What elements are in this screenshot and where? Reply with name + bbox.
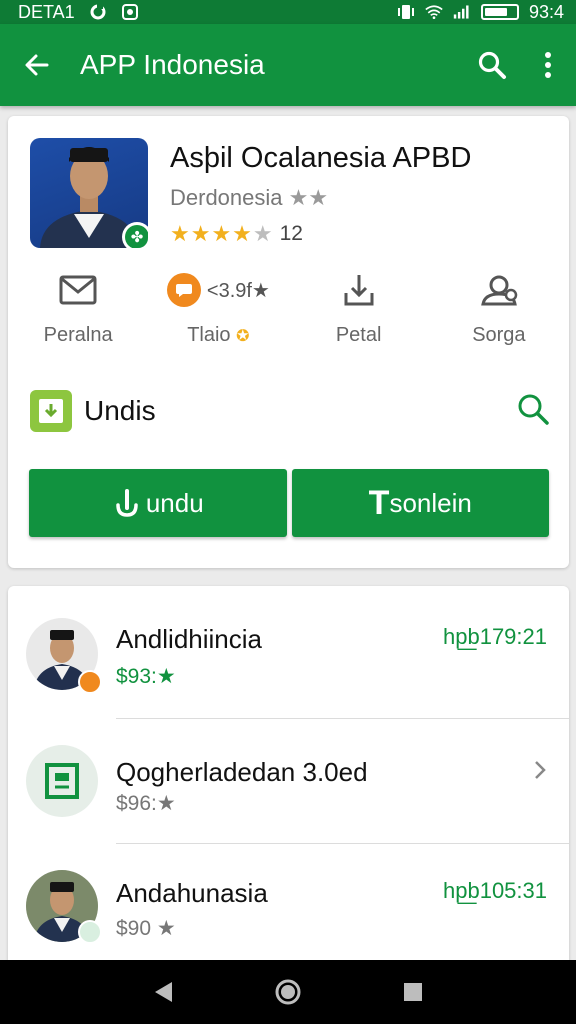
status-time: 93:4	[528, 1, 564, 22]
quick-action-mail[interactable]: Peralna	[8, 268, 148, 347]
list-item-title: Andahunasia	[116, 878, 268, 908]
list-item[interactable]: Andahunasia $90 ★ hp͟b105:31	[8, 844, 569, 968]
vibrate-icon	[397, 3, 415, 21]
more-vert-icon	[545, 52, 551, 78]
search-button[interactable]	[464, 24, 520, 106]
nav-back-button[interactable]	[133, 962, 193, 1022]
secondary-button-label: sonlein	[389, 487, 472, 518]
search-icon	[518, 394, 549, 425]
battery-icon	[480, 4, 519, 20]
arrow-back-icon	[25, 54, 49, 76]
section-search-button[interactable]	[516, 392, 550, 431]
status-badge	[78, 920, 102, 944]
quick-action-settings[interactable]: Sorga	[429, 268, 569, 347]
nav-home-button[interactable]	[258, 962, 318, 1022]
quick-action-chat[interactable]: <3.9f★ Tlaio ✪	[148, 268, 288, 347]
overflow-menu-button[interactable]	[520, 24, 576, 106]
secondary-button[interactable]: Tsonlein	[291, 469, 549, 537]
document-icon	[45, 763, 79, 799]
list-item-time: hp͟b105:31	[443, 878, 547, 903]
status-badge	[78, 670, 102, 694]
mail-icon	[59, 275, 97, 305]
settings-icon	[481, 275, 518, 306]
action-buttons: undu Tsonlein	[29, 469, 549, 537]
triangle-back-icon	[154, 982, 172, 1002]
avatar	[26, 745, 98, 817]
page-title: APP Indonesia	[80, 49, 265, 80]
list-item[interactable]: Qogherladedan 3.0ed $96:★	[8, 719, 569, 844]
quick-actions-row: Peralna <3.9f★ Tlaio ✪ Petal Sorga	[8, 268, 569, 347]
leaf-icon: ✤	[125, 225, 148, 248]
carrier-label: DETA1	[18, 1, 75, 22]
list-item-title: Andlidhiincia	[116, 624, 262, 654]
back-button[interactable]	[0, 24, 74, 106]
search-icon	[478, 51, 506, 79]
related-list-card: Andlidhiincia $93:★ hp͟b179:21 Qogherlad…	[8, 586, 569, 966]
app-icon: ✤	[30, 138, 148, 248]
list-item-time: hp͟b179:21	[443, 624, 547, 649]
sync-icon	[89, 3, 107, 21]
app-name: Asþil Ocalanesia APBD	[170, 142, 472, 174]
app-detail-card: ✤ Asþil Ocalanesia APBD Derdonesia ★★ ★★…	[8, 116, 569, 568]
quick-action-label: Sorga	[472, 324, 526, 346]
list-item-subtitle: $96:★	[116, 792, 176, 815]
list-item-subtitle: $93:★	[116, 665, 176, 688]
secondary-button-letter: T	[368, 483, 390, 522]
system-nav-bar	[0, 960, 576, 1024]
wifi-icon	[425, 3, 443, 21]
quick-action-label: Peralna	[43, 324, 113, 346]
app-bar: APP Indonesia	[0, 24, 576, 106]
quick-action-value: <3.9f★	[206, 279, 270, 302]
inbox-icon	[30, 390, 72, 432]
download-button-label: undu	[145, 487, 204, 518]
nav-recents-button[interactable]	[383, 962, 443, 1022]
section-header: Undis	[30, 390, 550, 432]
quick-action-label: Tlaio	[187, 324, 231, 346]
developer-label: Derdonesia	[170, 185, 283, 210]
list-item-title: Qogherladedan 3.0ed	[116, 757, 368, 787]
notification-icon	[121, 3, 139, 21]
app-rating: ★★★★★ 12	[170, 221, 471, 247]
square-recents-icon	[404, 983, 423, 1001]
quick-action-download[interactable]: Petal	[289, 268, 429, 347]
chat-icon	[166, 273, 201, 307]
download-button[interactable]: undu	[29, 469, 287, 537]
circle-home-icon	[275, 979, 301, 1005]
quick-action-label: Petal	[335, 324, 382, 346]
status-bar: DETA1 93:4	[0, 0, 576, 24]
list-item[interactable]: Andlidhiincia $93:★ hp͟b179:21	[8, 586, 569, 719]
verified-badge: ✤	[122, 222, 148, 248]
rating-stars: ★★★★★	[170, 221, 274, 246]
download-icon	[344, 275, 374, 306]
chevron-right-icon	[533, 759, 547, 786]
developer-stars: ★★	[288, 185, 329, 210]
developer-name[interactable]: Derdonesia ★★	[170, 185, 471, 211]
award-icon: ✪	[236, 328, 250, 345]
section-title: Undis	[84, 395, 156, 426]
download-arrow-icon	[112, 488, 142, 518]
list-item-subtitle: $90 ★	[116, 917, 176, 940]
signal-icon	[453, 3, 471, 21]
rating-count: 12	[279, 222, 303, 245]
